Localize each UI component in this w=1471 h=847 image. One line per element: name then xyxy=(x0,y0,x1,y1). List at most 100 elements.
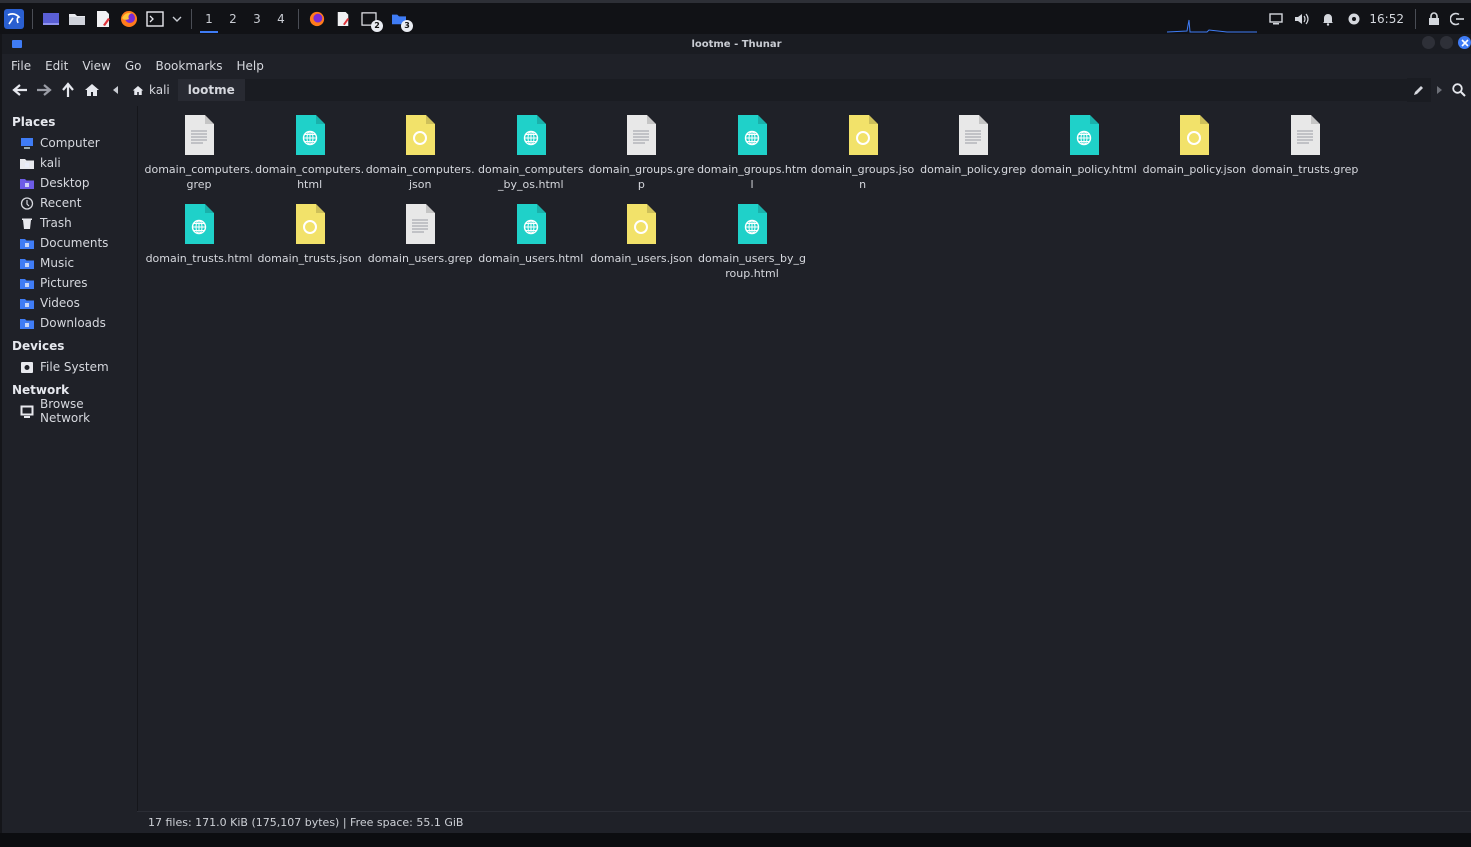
firefox-task-icon[interactable] xyxy=(307,9,327,29)
menu-go[interactable]: Go xyxy=(125,59,142,73)
menu-view[interactable]: View xyxy=(82,59,110,73)
file-item[interactable]: domain_users.html xyxy=(476,203,586,266)
panel-separator xyxy=(1415,8,1416,29)
breadcrumb: kali lootme xyxy=(108,79,245,101)
breadcrumb-current[interactable]: lootme xyxy=(177,79,245,101)
task-count-badge: 3 xyxy=(401,19,413,32)
top-panel: 1234 2 3 16:52 xyxy=(0,0,1471,34)
sidebar-item-label: Recent xyxy=(40,196,82,210)
lock-screen-icon[interactable] xyxy=(1424,9,1444,29)
file-item[interactable]: domain_computers. grep xyxy=(144,114,254,192)
maximize-button[interactable] xyxy=(1440,36,1453,49)
edit-location-button[interactable] xyxy=(1407,78,1431,102)
location-toolbar: kali lootme xyxy=(2,78,1471,102)
file-item[interactable]: domain_users.grep xyxy=(365,203,475,266)
sidebar-item-computer[interactable]: Computer xyxy=(2,133,136,153)
html-file-icon xyxy=(515,114,547,156)
file-item[interactable]: domain_policy.grep xyxy=(918,114,1028,177)
devices-header: Devices xyxy=(12,339,65,353)
sidebar-item-browse-network[interactable]: Browse Network xyxy=(2,397,136,425)
path-scroll-right-button[interactable] xyxy=(1431,78,1447,102)
sidebar-item-label: Browse Network xyxy=(40,397,91,425)
file-manager-icon[interactable] xyxy=(67,9,87,29)
sidebar-item-desktop[interactable]: Desktop xyxy=(2,173,136,193)
file-icon-view[interactable]: domain_computers. grep domain_computers. … xyxy=(137,106,1471,811)
terminal-task-icon[interactable]: 2 xyxy=(359,9,383,32)
file-item[interactable]: domain_computers. html xyxy=(255,114,365,192)
volume-icon[interactable] xyxy=(1292,9,1312,29)
file-item[interactable]: domain_trusts.html xyxy=(144,203,254,266)
recent-icon xyxy=(20,196,34,210)
file-name: domain_groups.json xyxy=(810,163,915,191)
minimize-button[interactable] xyxy=(1422,36,1435,49)
network-icon xyxy=(20,405,34,418)
sidebar-item-label: kali xyxy=(40,156,61,170)
menu-bookmarks[interactable]: Bookmarks xyxy=(155,59,222,73)
file-item[interactable]: domain_trusts.json xyxy=(255,203,365,266)
text-editor-icon[interactable] xyxy=(93,9,113,29)
sidebar-item-kali[interactable]: kali xyxy=(2,153,136,173)
file-item[interactable]: domain_groups.htm l xyxy=(697,114,807,192)
notification-bell-icon[interactable] xyxy=(1318,9,1338,29)
sidebar-item-documents[interactable]: Documents xyxy=(2,233,136,253)
back-button[interactable] xyxy=(8,78,32,102)
file-name: domain_users.json xyxy=(590,252,693,265)
sidebar-item-music[interactable]: Music xyxy=(2,253,136,273)
screen-bottom-edge xyxy=(0,833,1471,847)
chevron-down-icon[interactable] xyxy=(171,9,183,29)
panel-clock[interactable]: 16:52 xyxy=(1369,12,1404,26)
sidebar-item-videos[interactable]: Videos xyxy=(2,293,136,313)
sidebar-item-recent[interactable]: Recent xyxy=(2,193,136,213)
editor-task-icon[interactable] xyxy=(333,9,353,29)
close-button[interactable] xyxy=(1458,36,1471,49)
firefox-icon[interactable] xyxy=(119,9,139,29)
window-menu-icon[interactable] xyxy=(12,40,22,48)
window-titlebar[interactable]: lootme - Thunar xyxy=(2,34,1471,54)
workspace-4[interactable]: 4 xyxy=(269,5,293,33)
file-item[interactable]: domain_trusts.grep xyxy=(1250,114,1360,177)
menu-help[interactable]: Help xyxy=(237,59,264,73)
file-item[interactable]: domain_users_by_g roup.html xyxy=(697,203,807,281)
sidebar-item-downloads[interactable]: Downloads xyxy=(2,313,136,333)
file-item[interactable]: domain_policy.html xyxy=(1029,114,1139,177)
task-count-badge: 2 xyxy=(371,19,383,32)
workspace-3[interactable]: 3 xyxy=(245,5,269,33)
path-scroll-left-button[interactable] xyxy=(108,78,124,102)
home-button[interactable] xyxy=(80,78,104,102)
menu-file[interactable]: File xyxy=(11,59,31,73)
show-desktop-icon[interactable] xyxy=(41,9,61,29)
file-item[interactable]: domain_users.json xyxy=(586,203,696,266)
file-item[interactable]: domain_computers. json xyxy=(365,114,475,192)
panel-separator xyxy=(298,8,299,29)
breadcrumb-home[interactable]: kali xyxy=(124,79,178,101)
display-icon[interactable] xyxy=(1266,9,1286,29)
sidebar-item-trash[interactable]: Trash xyxy=(2,213,136,233)
sidebar-item-label: Pictures xyxy=(40,276,88,290)
status-bar: 17 files: 171.0 KiB (175,107 bytes) | Fr… xyxy=(137,811,1471,833)
menu-edit[interactable]: Edit xyxy=(45,59,68,73)
file-name: domain_groups.gre p xyxy=(588,163,695,191)
kali-menu-icon[interactable] xyxy=(4,8,24,29)
file-name: domain_policy.json xyxy=(1142,163,1247,176)
json-file-icon xyxy=(625,203,657,245)
sidebar-item-pictures[interactable]: Pictures xyxy=(2,273,136,293)
forward-button[interactable] xyxy=(32,78,56,102)
search-button[interactable] xyxy=(1447,78,1471,102)
html-file-icon xyxy=(294,114,326,156)
thunar-window: lootme - Thunar File Edit View Go Bookmarks H… xyxy=(2,34,1471,833)
power-indicator-icon[interactable] xyxy=(1344,9,1364,29)
file-name: domain_users.grep xyxy=(367,252,473,265)
sidebar-item-file-system[interactable]: File System xyxy=(2,357,136,377)
terminal-icon[interactable] xyxy=(145,9,165,29)
parent-folder-button[interactable] xyxy=(56,78,80,102)
logout-icon[interactable] xyxy=(1450,9,1464,29)
sidebar-item-label: File System xyxy=(40,360,109,374)
file-item[interactable]: domain_groups.json xyxy=(808,114,918,192)
location-bar-fill[interactable] xyxy=(244,79,1407,101)
file-item[interactable]: domain_groups.gre p xyxy=(586,114,696,192)
workspace-2[interactable]: 2 xyxy=(221,5,245,33)
file-item[interactable]: domain_policy.json xyxy=(1139,114,1249,177)
thunar-task-icon[interactable]: 3 xyxy=(389,9,413,32)
file-item[interactable]: domain_computers _by_os.html xyxy=(476,114,586,192)
workspace-1[interactable]: 1 xyxy=(197,5,221,33)
